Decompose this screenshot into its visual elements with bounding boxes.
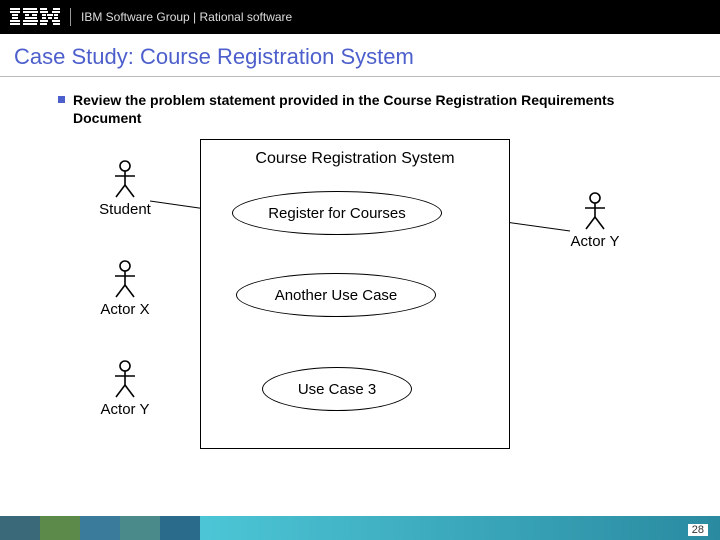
footer-bar bbox=[0, 516, 720, 540]
usecase-label: Another Use Case bbox=[275, 287, 398, 304]
title-bar: Case Study: Course Registration System bbox=[0, 34, 720, 77]
actor-icon bbox=[111, 159, 139, 199]
slide-title: Case Study: Course Registration System bbox=[14, 44, 706, 70]
footer-fill bbox=[200, 516, 720, 540]
actor-x: Actor X bbox=[80, 259, 170, 318]
footer-strip bbox=[160, 516, 200, 540]
usecase-label: Use Case 3 bbox=[298, 381, 376, 398]
usecase-register-for-courses: Register for Courses bbox=[232, 191, 442, 235]
footer-strip bbox=[120, 516, 160, 540]
ibm-logo-icon bbox=[10, 8, 60, 26]
footer-strip bbox=[40, 516, 80, 540]
system-title: Course Registration System bbox=[201, 140, 509, 176]
actor-label: Student bbox=[80, 201, 170, 218]
actor-y-right: Actor Y bbox=[550, 191, 640, 250]
usecase-diagram: Course Registration System Register for … bbox=[0, 139, 720, 519]
footer-strip bbox=[0, 516, 40, 540]
usecase-label: Register for Courses bbox=[268, 205, 406, 222]
usecase-3: Use Case 3 bbox=[262, 367, 412, 411]
bullet-icon bbox=[58, 96, 65, 103]
page-number: 28 bbox=[688, 524, 708, 536]
header-divider bbox=[70, 8, 71, 26]
actor-label: Actor X bbox=[80, 301, 170, 318]
footer-strip bbox=[80, 516, 120, 540]
usecase-another: Another Use Case bbox=[236, 273, 436, 317]
actor-y-left: Actor Y bbox=[80, 359, 170, 418]
actor-icon bbox=[111, 259, 139, 299]
actor-label: Actor Y bbox=[80, 401, 170, 418]
actor-label: Actor Y bbox=[550, 233, 640, 250]
actor-student: Student bbox=[80, 159, 170, 218]
slide-body: Review the problem statement provided in… bbox=[0, 77, 720, 507]
bullet-item: Review the problem statement provided in… bbox=[58, 91, 676, 127]
actor-icon bbox=[111, 359, 139, 399]
actor-icon bbox=[581, 191, 609, 231]
header-bar: IBM Software Group | Rational software bbox=[0, 0, 720, 34]
bullet-text: Review the problem statement provided in… bbox=[73, 91, 676, 127]
header-text: IBM Software Group | Rational software bbox=[81, 10, 292, 24]
